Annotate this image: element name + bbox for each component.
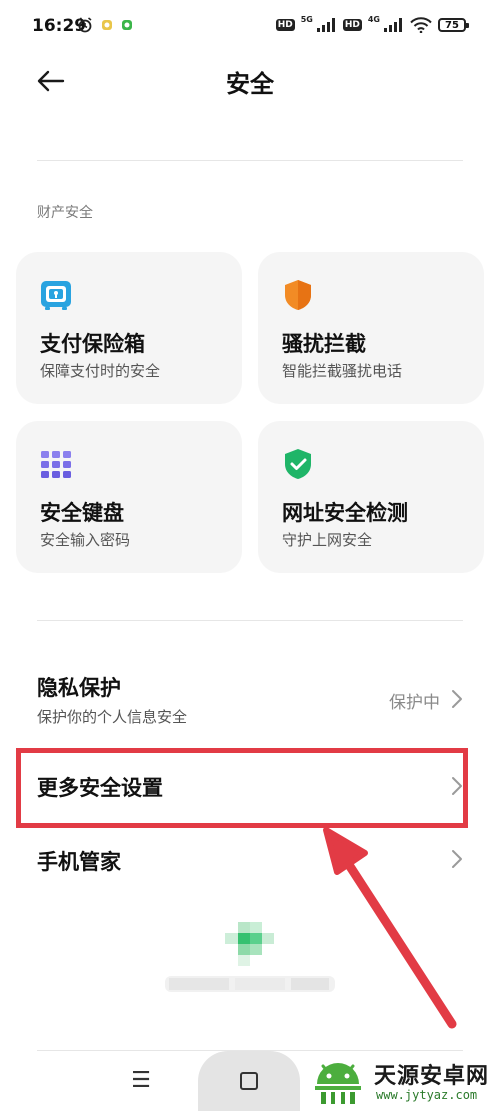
watermark-url: www.jytyaz.com — [376, 1088, 478, 1102]
chevron-right-icon — [452, 690, 462, 708]
card-subtitle: 守护上网安全 — [282, 531, 373, 549]
status-right-icons: HD 5G HD 4G 75 — [275, 14, 469, 33]
row-title: 隐私保护 — [37, 676, 121, 700]
blurred-logo-icon — [225, 922, 274, 966]
card-title: 支付保险箱 — [40, 332, 145, 356]
card-url-security-check[interactable]: 网址安全检测 守护上网安全 — [258, 421, 484, 573]
wifi-icon — [410, 17, 432, 33]
card-secure-keyboard[interactable]: 安全键盘 安全输入密码 — [16, 421, 242, 573]
battery-icon: 75 — [438, 18, 469, 32]
row-phone-manager[interactable]: 手机管家 — [0, 830, 500, 890]
shield-check-icon — [285, 449, 311, 479]
status-bar: 16:29 HD 5G HD 4G 75 — [0, 0, 500, 54]
card-payment-safe[interactable]: 支付保险箱 保障支付时的安全 — [16, 252, 242, 404]
card-title: 网址安全检测 — [282, 501, 408, 525]
chevron-right-icon — [452, 850, 462, 868]
row-privacy-protection[interactable]: 隐私保护 保护你的个人信息安全 保护中 — [0, 660, 500, 736]
wechat-notification-icon — [122, 20, 132, 30]
android-logo-icon — [315, 1063, 361, 1104]
highlight-box — [16, 748, 468, 828]
watermark: 天源安卓网 www.jytyaz.com — [307, 1052, 500, 1111]
hd-badge-2: HD — [342, 19, 362, 31]
network-type-label: 5G — [300, 14, 313, 24]
keypad-grid-icon — [41, 451, 71, 478]
nav-home-button[interactable] — [198, 1051, 300, 1111]
page-title: 安全 — [226, 70, 274, 98]
nav-menu-button[interactable]: ☰ — [128, 1068, 154, 1094]
privacy-status-value: 保护中 — [389, 693, 440, 713]
signal-icon-2 — [384, 18, 402, 32]
section-label-property-security: 财产安全 — [37, 205, 93, 221]
divider — [37, 160, 463, 161]
divider — [37, 620, 463, 621]
card-title: 安全键盘 — [40, 501, 124, 525]
card-subtitle: 保障支付时的安全 — [40, 362, 161, 380]
status-left-icons — [77, 17, 133, 33]
card-title: 骚扰拦截 — [282, 332, 366, 356]
row-subtitle: 保护你的个人信息安全 — [37, 708, 188, 726]
app-notification-icon — [102, 20, 112, 30]
hd-badge: HD — [275, 19, 295, 31]
row-title: 手机管家 — [37, 850, 121, 874]
shield-icon — [285, 280, 311, 310]
card-harassment-block[interactable]: 骚扰拦截 智能拦截骚扰电话 — [258, 252, 484, 404]
watermark-text: 天源安卓网 — [374, 1064, 490, 1089]
signal-icon — [316, 18, 335, 32]
home-square-icon — [240, 1072, 258, 1090]
card-subtitle: 安全输入密码 — [40, 531, 131, 549]
alarm-icon — [78, 17, 92, 33]
card-subtitle: 智能拦截骚扰电话 — [282, 362, 403, 380]
blurred-text — [165, 976, 335, 992]
network-type-label-2: 4G — [367, 14, 380, 24]
safe-box-icon — [41, 281, 71, 310]
